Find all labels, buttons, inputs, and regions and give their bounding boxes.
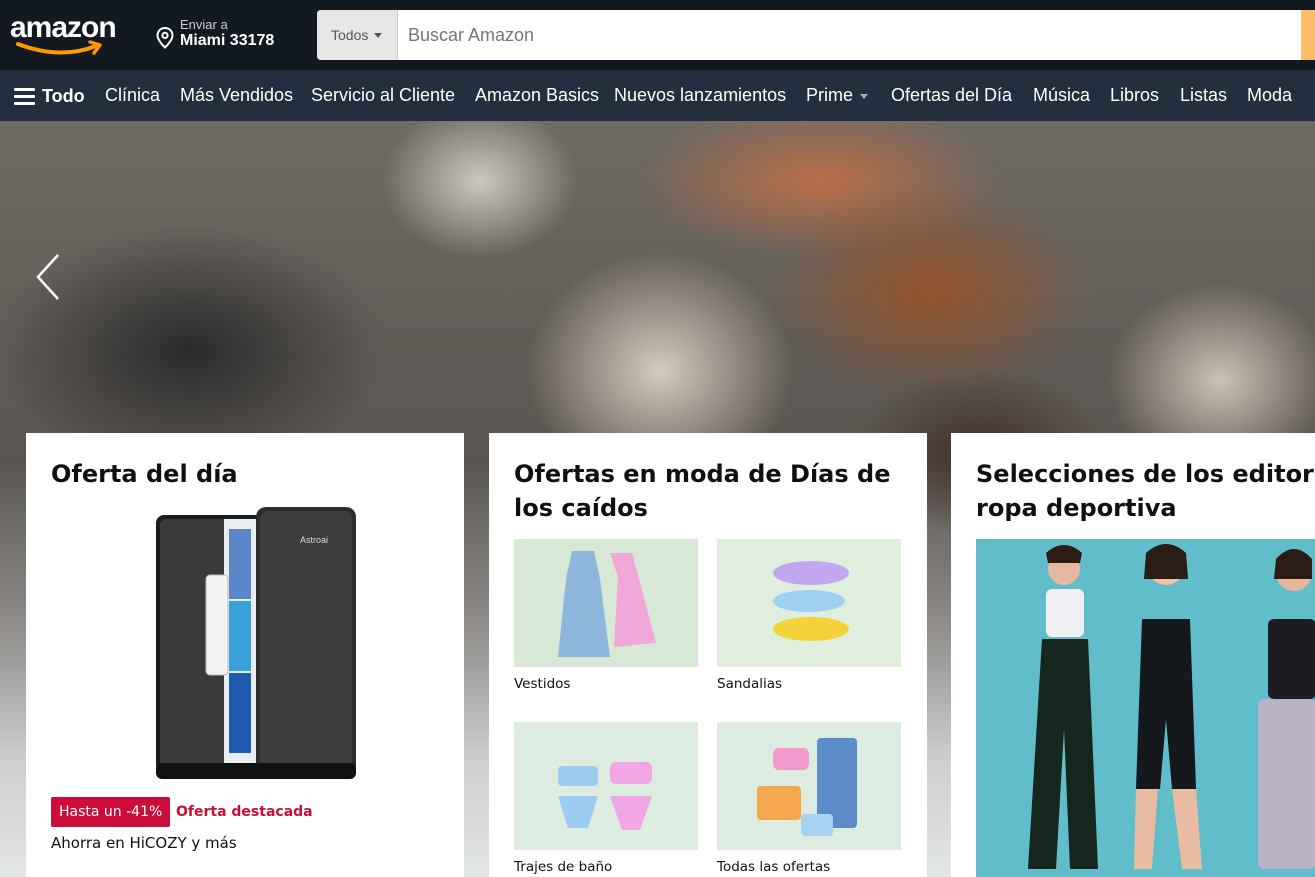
nav-item-prime[interactable]: Prime [806, 84, 869, 106]
item-label: Todas las ofertas [717, 859, 831, 875]
nav-item-servicio-cliente[interactable]: Servicio al Cliente [311, 84, 455, 106]
search-category-dropdown[interactable]: Todos [317, 10, 398, 60]
search-category-label: Todos [331, 27, 369, 43]
discount-badge: Hasta un -41% [51, 797, 171, 827]
fashion-deals-card: Ofertas en moda de Días de los caídos Ve… [489, 433, 927, 877]
all-deals-image [717, 722, 901, 850]
mini-fridge-image[interactable]: Astroai [132, 505, 368, 783]
nav-item-nuevos-lanzamientos[interactable]: Nuevos lanzamientos [614, 84, 786, 106]
item-label: Vestidos [514, 676, 571, 692]
deliver-location: Miami 33178 [180, 32, 275, 49]
nav-item-libros[interactable]: Libros [1110, 84, 1159, 106]
nav-item-mas-vendidos[interactable]: Más Vendidos [180, 84, 293, 106]
fashion-item-all-deals[interactable]: Todas las ofertas [717, 722, 901, 875]
search-button[interactable] [1301, 10, 1315, 60]
nav-bar: Todo Clínica Más Vendidos Servicio al Cl… [0, 70, 1315, 121]
top-header: amazon Enviar a Miami 33178 Todos [0, 0, 1315, 70]
location-pin-icon [156, 27, 174, 49]
item-label: Trajes de baño [514, 859, 613, 875]
nav-item-amazon-basics[interactable]: Amazon Basics [475, 84, 599, 106]
smile-arrow-icon [16, 40, 102, 55]
search-bar: Todos [317, 10, 1315, 60]
caret-down-icon [860, 93, 869, 99]
hamburger-icon [14, 87, 35, 105]
card-title: Oferta del día [51, 460, 238, 488]
sandals-image [717, 539, 901, 667]
nav-item-ofertas-dia[interactable]: Ofertas del Día [891, 84, 1012, 106]
nav-all-menu[interactable]: Todo [14, 84, 85, 108]
fashion-item-swimwear[interactable]: Trajes de baño [514, 722, 698, 875]
brand-mark: Astroai [300, 535, 328, 545]
fashion-item-dresses[interactable]: Vestidos [514, 539, 698, 692]
amazon-logo[interactable]: amazon [10, 12, 136, 58]
chevron-left-icon[interactable] [30, 249, 70, 309]
deliver-label: Enviar a [180, 17, 228, 32]
deal-label: Oferta destacada [176, 804, 313, 820]
nav-item-moda[interactable]: Moda [1247, 84, 1292, 106]
deal-description[interactable]: Ahorra en HiCOZY y más [51, 834, 237, 852]
card-title: Selecciones de los editores: ropa deport… [976, 460, 1315, 522]
swimwear-image [514, 722, 698, 850]
nav-item-prime-label: Prime [806, 85, 854, 105]
nav-item-musica[interactable]: Música [1033, 84, 1090, 106]
nav-item-listas[interactable]: Listas [1180, 84, 1227, 106]
item-label: Sandalias [717, 676, 783, 692]
caret-down-icon [374, 32, 383, 38]
deal-of-day-card: Oferta del día Astroai Hasta un -41% Ofe… [26, 433, 464, 877]
dresses-image [514, 539, 698, 667]
editors-picks-card: Selecciones de los editores: ropa deport… [951, 433, 1315, 877]
deliver-to[interactable]: Enviar a Miami 33178 [156, 15, 306, 55]
nav-item-clinica[interactable]: Clínica [105, 84, 160, 106]
nav-all-label: Todo [42, 85, 85, 106]
fashion-item-sandals[interactable]: Sandalias [717, 539, 901, 692]
sportswear-image[interactable] [976, 539, 1315, 877]
search-input[interactable] [398, 10, 1298, 60]
card-title: Ofertas en moda de Días de los caídos [514, 460, 891, 522]
